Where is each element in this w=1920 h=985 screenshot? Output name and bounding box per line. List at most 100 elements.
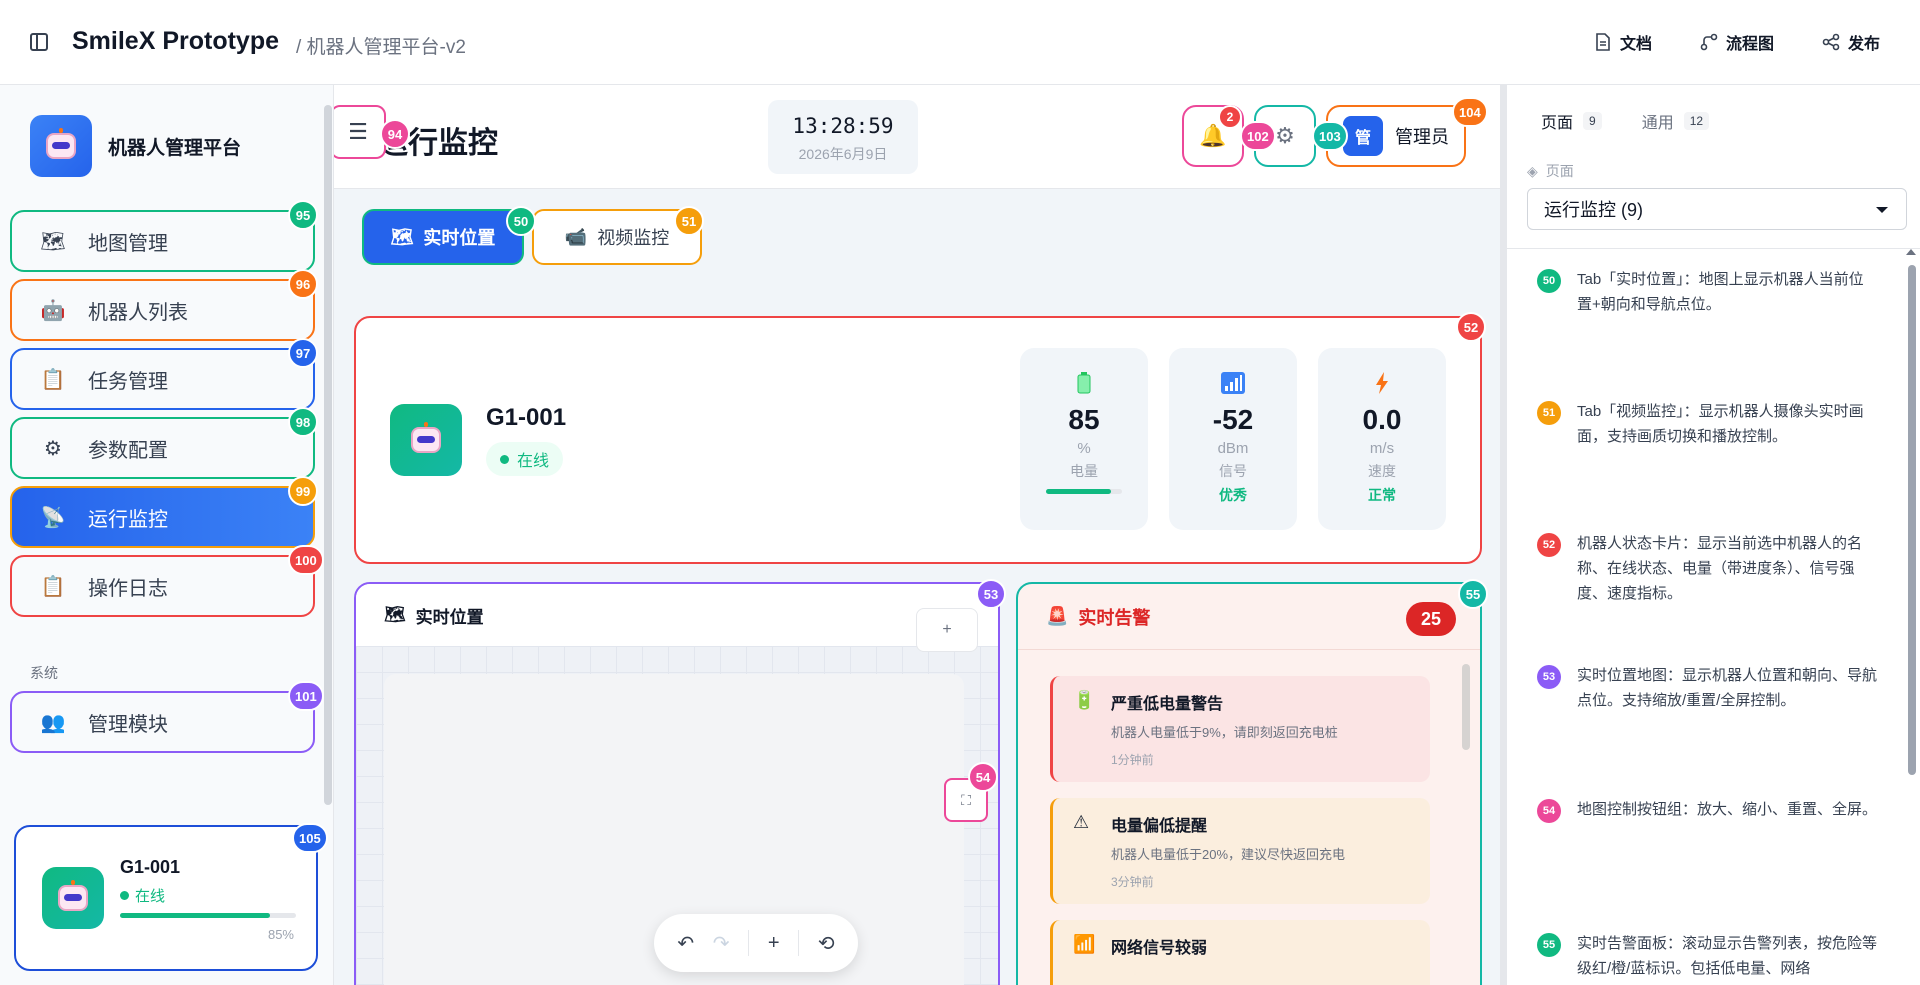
- annotation-badge: 103: [1312, 121, 1348, 151]
- sidebar-item-tasks[interactable]: 📋 任务管理: [10, 348, 315, 410]
- alert-item[interactable]: 📶 网络信号较弱: [1050, 920, 1430, 985]
- annotation-badge: 104: [1452, 97, 1488, 127]
- alert-desc: 机器人电量低于9%，请即刻返回充电桩: [1111, 725, 1338, 740]
- flowchart-button[interactable]: 流程图: [1700, 30, 1774, 54]
- annotation-badge: 94: [380, 119, 410, 149]
- menu-icon: ☰: [348, 119, 368, 144]
- sidebar-item-params[interactable]: ⚙ 参数配置: [10, 417, 315, 479]
- metric-speed: 0.0 m/s 速度 正常: [1318, 348, 1446, 530]
- tab-label: 页面: [1541, 115, 1574, 132]
- sidebar-item-logs[interactable]: 📋 操作日志: [10, 555, 315, 617]
- annotation-badge: 95: [288, 200, 318, 230]
- alert-scrollbar[interactable]: [1462, 664, 1470, 750]
- annotation-badge: 101: [288, 681, 324, 711]
- scroll-up-icon[interactable]: [1906, 249, 1916, 255]
- tab-realtime-location[interactable]: 🗺 实时位置: [362, 209, 524, 265]
- zoom-in-button[interactable]: +: [916, 608, 978, 652]
- metric-battery: 85 % 电量: [1020, 348, 1148, 530]
- annotation-item[interactable]: 55 实时告警面板：滚动显示告警列表，按危险等级红/橙/蓝标识。包括低电量、网络: [1537, 931, 1877, 981]
- alert-count-badge: 25: [1406, 602, 1456, 636]
- robot-avatar-icon: [390, 404, 462, 476]
- clock-date: 2026年6月9日: [798, 146, 888, 162]
- page-select[interactable]: 运行监控 (9): [1527, 188, 1907, 230]
- annotation-number: 52: [1537, 533, 1561, 557]
- online-dot-icon: [500, 454, 509, 464]
- metric-value: 0.0: [1362, 404, 1402, 435]
- annotation-badge: 97: [288, 338, 318, 368]
- breadcrumb[interactable]: / 机器人管理平台-v2: [296, 32, 466, 59]
- share-icon: [1822, 33, 1840, 51]
- tab-page[interactable]: 页面 9: [1541, 109, 1602, 133]
- robot-status-text: 在线: [135, 888, 166, 905]
- annotation-number: 51: [1537, 401, 1561, 425]
- docs-label: 文档: [1619, 36, 1652, 53]
- sidebar-scrollbar[interactable]: [324, 105, 332, 805]
- annotation-item[interactable]: 50 Tab「实时位置」：地图上显示机器人当前位置+朝向和导航点位。: [1537, 267, 1877, 317]
- alert-item[interactable]: 🔋 严重低电量警告 机器人电量低于9%，请即刻返回充电桩 1分钟前: [1050, 676, 1430, 782]
- sidebar-item-map[interactable]: 🗺 地图管理: [10, 210, 315, 272]
- annotation-scrollbar[interactable]: [1908, 265, 1916, 775]
- redo-icon[interactable]: ↷: [713, 931, 730, 956]
- app-title: SmileX Prototype: [72, 27, 279, 55]
- alert-desc: 机器人电量低于20%，建议尽快返回充电: [1111, 847, 1346, 862]
- alert-time: 3分钟前: [1111, 875, 1154, 889]
- metric-status: 优秀: [1219, 487, 1247, 503]
- realtime-alert-panel: 🚨 实时告警 25 🔋 严重低电量警告 机器人电量低于9%，请即刻返回充电桩 1…: [1016, 582, 1482, 985]
- section-label-system: 系统: [30, 665, 58, 681]
- battery-progress-fill: [1046, 489, 1111, 494]
- annotation-text: 地图控制按钮组：放大、缩小、重置、全屏。: [1577, 801, 1878, 818]
- brand[interactable]: 机器人管理平台: [30, 115, 241, 177]
- sidebar-item-robots[interactable]: 🤖 机器人列表: [10, 279, 315, 341]
- top-actions: 文档 流程图 发布: [1594, 30, 1880, 54]
- divider: [1507, 248, 1920, 249]
- sidebar-item-label: 操作日志: [88, 577, 168, 600]
- brand-name: 机器人管理平台: [108, 137, 242, 159]
- alert-panel-title: 实时告警: [1078, 607, 1151, 628]
- annotation-text: Tab「视频监控」：显示机器人摄像头实时画面，支持画质切换和播放控制。: [1577, 403, 1864, 445]
- page-section-label: ◈ 页面: [1527, 161, 1574, 181]
- battery-icon: [1020, 368, 1148, 398]
- annotation-item[interactable]: 53 实时位置地图：显示机器人位置和朝向、导航点位。支持缩放/重置/全屏控制。: [1537, 663, 1877, 713]
- flow-icon: [1700, 33, 1718, 51]
- battery-bar: [120, 913, 296, 918]
- metric-unit: %: [1077, 440, 1091, 457]
- map-panel-header: 🗺 实时位置: [356, 584, 998, 646]
- sidebar: 机器人管理平台 🗺 地图管理 95 🤖 机器人列表 96 📋 任务管理 97 ⚙…: [0, 85, 334, 985]
- sidebar-toggle-icon[interactable]: [30, 33, 48, 51]
- undo-icon[interactable]: ↶: [677, 931, 694, 956]
- annotation-tabs: 页面 9 通用 12: [1541, 109, 1710, 133]
- publish-button[interactable]: 发布: [1822, 30, 1880, 54]
- robot-status-card: G1-001 在线 85 % 电量 -52 dBm 信号 优秀 0.0 m/s: [354, 316, 1482, 564]
- tab-count: 12: [1683, 112, 1710, 130]
- tab-label: 实时位置: [423, 228, 496, 248]
- notification-count: 2: [1218, 105, 1242, 129]
- current-robot-card[interactable]: G1-001 在线 85%: [14, 825, 318, 971]
- add-icon[interactable]: +: [768, 932, 780, 955]
- sidebar-item-label: 地图管理: [88, 232, 168, 255]
- sidebar-item-monitoring[interactable]: 📡 运行监控: [10, 486, 315, 548]
- annotation-badge: 52: [1456, 312, 1486, 342]
- annotation-text: 实时位置地图：显示机器人位置和朝向、导航点位。支持缩放/重置/全屏控制。: [1577, 667, 1878, 709]
- annotation-item[interactable]: 51 Tab「视频监控」：显示机器人摄像头实时画面，支持画质切换和播放控制。: [1537, 399, 1877, 449]
- docs-button[interactable]: 文档: [1594, 30, 1652, 54]
- annotation-item[interactable]: 54 地图控制按钮组：放大、缩小、重置、全屏。: [1537, 797, 1878, 823]
- sidebar-item-admin-module[interactable]: 👥 管理模块: [10, 691, 315, 753]
- annotation-badge: 105: [292, 823, 328, 853]
- robot-status: 在线: [120, 885, 165, 906]
- annotation-badge: 50: [506, 206, 536, 236]
- sidebar-item-label: 运行监控: [88, 508, 168, 531]
- tab-common[interactable]: 通用 12: [1642, 109, 1710, 133]
- clipboard-icon: 📋: [40, 575, 66, 598]
- satellite-icon: 📡: [40, 506, 66, 529]
- metric-unit: m/s: [1369, 440, 1395, 457]
- layers-icon: ◈: [1527, 162, 1538, 179]
- alert-item[interactable]: ⚠ 电量偏低提醒 机器人电量低于20%，建议尽快返回充电 3分钟前: [1050, 798, 1430, 904]
- document-icon: [1594, 33, 1612, 51]
- sidebar-item-label: 任务管理: [88, 370, 168, 393]
- annotation-item[interactable]: 52 机器人状态卡片：显示当前选中机器人的名称、在线状态、电量（带进度条）、信号…: [1537, 531, 1877, 606]
- map-icon: 🗺: [384, 605, 406, 624]
- menu-button[interactable]: ☰: [334, 105, 386, 159]
- history-icon[interactable]: ⟲: [818, 931, 835, 956]
- annotation-badge: 100: [288, 545, 324, 575]
- annotation-badge: 55: [1458, 579, 1488, 609]
